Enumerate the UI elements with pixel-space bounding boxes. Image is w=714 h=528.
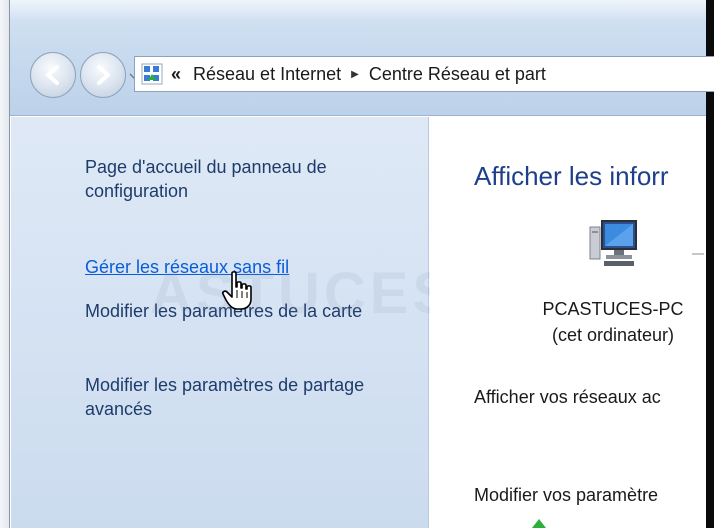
modify-settings-label: Modifier vos paramètre [474, 485, 659, 505]
computer-icon [589, 220, 637, 266]
breadcrumb-reseau-internet[interactable]: Réseau et Internet [193, 64, 341, 85]
address-bar[interactable]: « Réseau et Internet ▶ Centre Réseau et … [134, 56, 714, 92]
page-title: Afficher les inforr [474, 161, 669, 191]
computer-name: PCASTUCES-PC [542, 299, 684, 319]
arrow-right-icon [97, 65, 110, 85]
active-networks-label: Afficher vos réseaux ac [474, 387, 661, 407]
computer-subtitle: (cet ordinateur) [551, 325, 675, 345]
main-content: Afficher les inforr PCASTUCES-PC (cet or… [430, 117, 706, 528]
forward-button[interactable] [80, 52, 126, 98]
sidebar-link-control-panel-home[interactable]: Page d'accueil du panneau de configurati… [85, 155, 425, 203]
network-connection-line [692, 253, 704, 255]
task-sidebar: Page d'accueil du panneau de configurati… [11, 117, 429, 528]
breadcrumb-overflow[interactable]: « [171, 64, 181, 85]
back-button[interactable] [30, 52, 76, 98]
green-arrow-icon [532, 519, 546, 528]
control-panel-icon [141, 63, 163, 85]
breadcrumb-centre-reseau[interactable]: Centre Réseau et part [369, 64, 546, 85]
sidebar-link-sharing-settings[interactable]: Modifier les paramètres de partage avanc… [85, 373, 425, 421]
window-left-edge [0, 0, 10, 528]
arrow-left-icon [46, 65, 59, 85]
breadcrumb-separator-icon[interactable]: ▶ [351, 69, 359, 80]
hand-cursor-icon [222, 271, 252, 310]
control-panel-window: « Réseau et Internet ▶ Centre Réseau et … [0, 0, 714, 528]
